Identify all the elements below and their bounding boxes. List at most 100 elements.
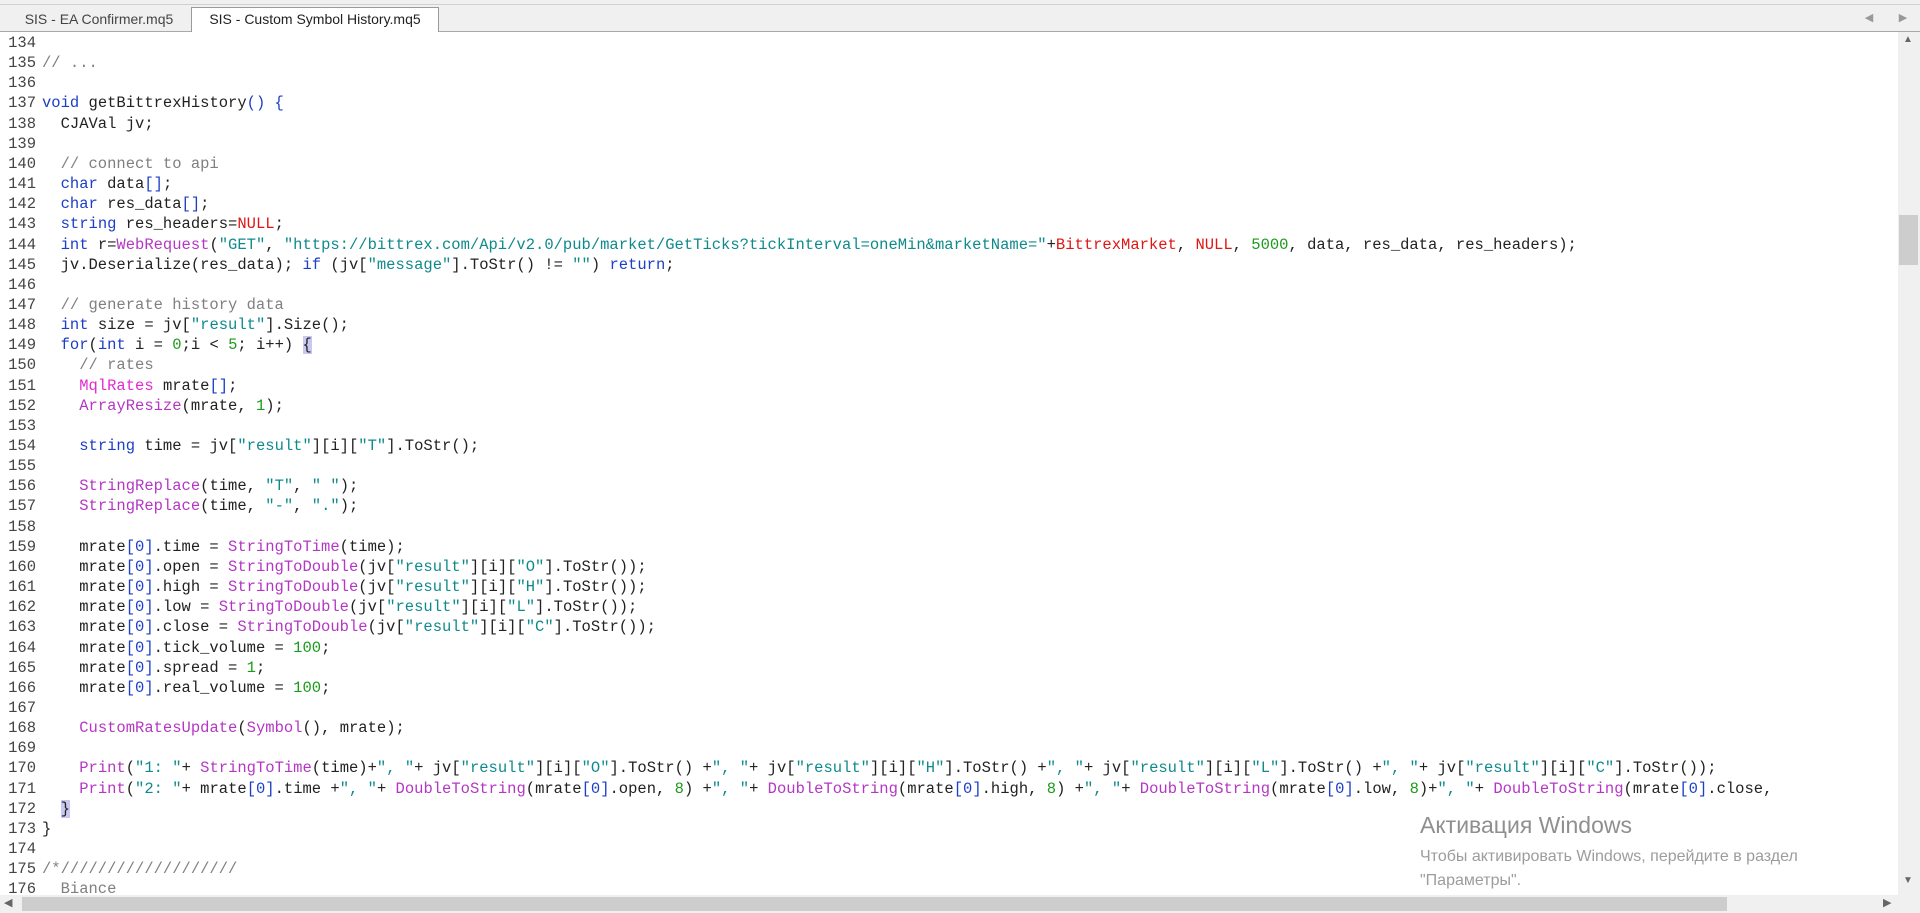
code-line[interactable]: 167: [0, 698, 42, 718]
code-token: ].ToStr());: [1614, 759, 1717, 778]
code-token: int: [60, 235, 89, 254]
code-line[interactable]: 163 mrate[0].close = StringToDouble(jv["…: [0, 617, 656, 637]
tab-scroll-right-icon[interactable]: ▶: [1896, 11, 1910, 24]
code-token: 0: [172, 336, 182, 355]
code-token: ) +: [1056, 779, 1084, 798]
vertical-scroll-thumb[interactable]: [1899, 215, 1918, 265]
code-token: string: [79, 437, 136, 455]
code-line[interactable]: 136: [0, 73, 42, 93]
code-token: "": [572, 255, 591, 274]
code-token: Print: [79, 759, 126, 778]
code-editor[interactable]: 134 135 // ... 136 137 void getBittrexHistory…: [0, 32, 1898, 895]
code-line[interactable]: 145 jv.Deserialize(res_data); if (jv["me…: [0, 255, 674, 275]
code-line[interactable]: 157 StringReplace(time, "-", ".");: [0, 496, 358, 516]
code-token: (mrate: [1270, 779, 1326, 798]
code-line[interactable]: 168 CustomRatesUpdate(Symbol(), mrate);: [0, 718, 405, 738]
code-line[interactable]: 160 mrate[0].open = StringToDouble(jv["r…: [0, 557, 647, 577]
code-token: ][i][: [1204, 759, 1252, 778]
code-line[interactable]: 172 }: [0, 799, 70, 819]
line-number: 170: [8, 759, 36, 778]
horizontal-scroll-thumb[interactable]: [22, 897, 1727, 911]
code-token: .low,: [1353, 779, 1410, 798]
scroll-up-icon[interactable]: ▲: [1903, 34, 1913, 45]
code-token: StringReplace: [79, 477, 201, 496]
code-token: (jv[: [358, 557, 396, 576]
tab-custom-symbol-history[interactable]: SIS - Custom Symbol History.mq5: [191, 7, 439, 33]
code-line[interactable]: 156 StringReplace(time, "T", " ");: [0, 476, 358, 496]
code-line[interactable]: 149 for(int i = 0;i < 5; i++) {: [0, 335, 312, 355]
code-line[interactable]: 134: [0, 33, 42, 53]
code-line[interactable]: 159 mrate[0].time = StringToTime(time);: [0, 537, 405, 557]
code-token: ;: [228, 376, 238, 395]
code-line[interactable]: 135 // ...: [0, 53, 98, 73]
scroll-right-icon[interactable]: ▶: [1883, 896, 1891, 909]
tab-ea-confirmer[interactable]: SIS - EA Confirmer.mq5: [8, 8, 190, 32]
code-line[interactable]: 138 CJAVal jv;: [0, 114, 154, 134]
code-line[interactable]: 142 char res_data[];: [0, 194, 209, 214]
code-line[interactable]: 169: [0, 738, 42, 758]
code-line[interactable]: 140 // connect to api: [0, 154, 219, 174]
code-token: ): [590, 255, 610, 274]
code-token: "H": [516, 578, 545, 597]
code-token: [0]: [125, 678, 154, 697]
code-token: "-": [265, 497, 294, 516]
code-token: ].ToStr());: [553, 618, 656, 637]
code-line[interactable]: 166 mrate[0].real_volume = 100;: [0, 678, 330, 698]
code-line[interactable]: 154 string time = jv["result"][i]["T"].T…: [0, 436, 479, 456]
line-number: 141: [8, 175, 36, 194]
code-token: ][i][: [311, 437, 359, 455]
code-line[interactable]: 144 int r=WebRequest("GET", "https://bit…: [0, 235, 1577, 255]
tab-scroll-left-icon[interactable]: ◀: [1862, 11, 1876, 24]
code-line[interactable]: 147 // generate history data: [0, 295, 284, 315]
code-line[interactable]: 161 mrate[0].high = StringToDouble(jv["r…: [0, 577, 647, 597]
code-token: (: [209, 235, 219, 254]
code-line[interactable]: 164 mrate[0].tick_volume = 100;: [0, 638, 330, 658]
code-token: [0]: [125, 578, 154, 597]
code-line[interactable]: 175 /*///////////////////: [0, 859, 237, 879]
code-token: (: [125, 779, 136, 798]
line-number: 162: [8, 598, 36, 617]
code-token: (jv[: [321, 255, 368, 274]
code-line[interactable]: 162 mrate[0].low = StringToDouble(jv["re…: [0, 597, 637, 617]
code-line[interactable]: 148 int size = jv["result"].Size();: [0, 315, 349, 335]
code-line[interactable]: 139: [0, 134, 42, 154]
scroll-left-icon[interactable]: ◀: [4, 896, 12, 909]
code-line[interactable]: 176 Biance: [0, 879, 116, 895]
code-token: + jv[: [749, 759, 796, 778]
line-number: 175: [8, 860, 36, 879]
code-line[interactable]: 152 ArrayResize(mrate, 1);: [0, 396, 284, 416]
code-token: .open,: [609, 779, 675, 798]
code-line[interactable]: 150 // rates: [0, 355, 154, 375]
line-number: 156: [8, 477, 36, 496]
code-line[interactable]: 146: [0, 275, 42, 295]
code-token: (mrate: [525, 779, 582, 798]
code-token: StringToTime: [200, 759, 312, 778]
code-line[interactable]: 143 string res_headers=NULL;: [0, 214, 284, 234]
code-token: ArrayResize: [79, 396, 182, 415]
code-token: ,: [265, 235, 284, 254]
code-line[interactable]: 173}: [0, 819, 51, 839]
vertical-scrollbar[interactable]: [1898, 32, 1920, 895]
code-token: "C": [525, 618, 554, 637]
windows-activation-message: Чтобы активировать Windows, перейдите в …: [1420, 848, 1798, 865]
code-line[interactable]: 151 MqlRates mrate[];: [0, 376, 237, 396]
code-token: int: [97, 336, 126, 355]
code-line[interactable]: 174: [0, 839, 42, 859]
code-line[interactable]: 171 Print("2: "+ mrate[0].time +", "+ Do…: [0, 779, 1772, 799]
code-token: char: [60, 195, 98, 214]
code-line[interactable]: 165 mrate[0].spread = 1;: [0, 658, 265, 678]
code-token: []: [181, 195, 201, 214]
code-line[interactable]: 137 void getBittrexHistory() {: [0, 93, 284, 113]
code-line[interactable]: 141 char data[];: [0, 174, 172, 194]
scroll-down-icon[interactable]: ▼: [1903, 875, 1913, 886]
code-line[interactable]: 155: [0, 456, 42, 476]
code-line[interactable]: 153: [0, 416, 42, 436]
code-token: ].Size();: [265, 316, 349, 335]
code-line[interactable]: 158: [0, 517, 42, 537]
code-token: ", ": [1437, 779, 1475, 798]
code-token: DoubleToString: [1493, 779, 1624, 798]
code-token: ,: [293, 497, 312, 516]
code-line[interactable]: 170 Print("1: "+ StringToTime(time)+", "…: [0, 758, 1717, 778]
